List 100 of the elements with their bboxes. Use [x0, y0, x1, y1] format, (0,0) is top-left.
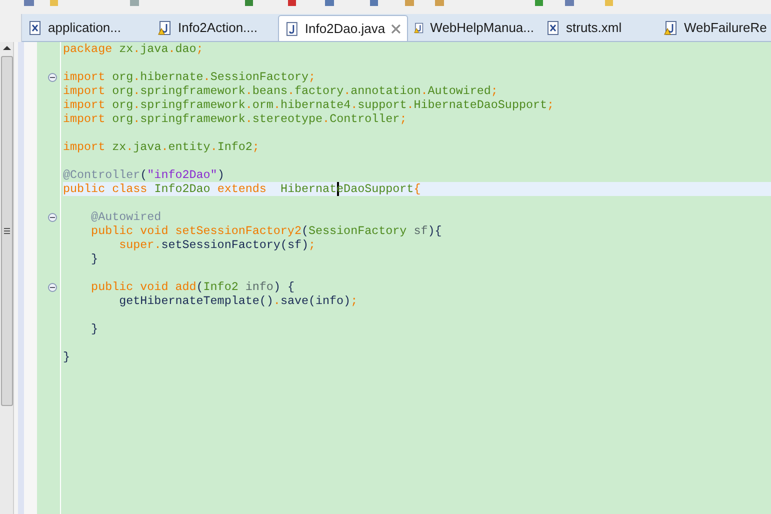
grip-icon	[4, 228, 10, 234]
code-token: .	[245, 84, 252, 98]
code-token: import	[63, 112, 106, 126]
code-token: ;	[400, 112, 407, 126]
code-token: HibernateDaoSupport	[414, 98, 548, 112]
code-token: org	[112, 70, 134, 84]
code-token: .	[420, 84, 428, 98]
code-token: zx	[119, 42, 134, 56]
code-token: hibernate	[140, 70, 204, 84]
code-token: package	[63, 42, 114, 56]
code-token: org	[112, 98, 134, 112]
editor-tab[interactable]: WebHelpManua...	[408, 15, 540, 41]
code-token: (	[301, 224, 308, 238]
code-token: .	[154, 238, 162, 252]
code-token: }	[90, 322, 98, 336]
xml-file-icon	[28, 21, 42, 35]
collapse-icon[interactable]	[48, 212, 57, 222]
code-token: .	[245, 112, 252, 126]
code-token: orm	[252, 98, 274, 112]
code-token: super	[118, 238, 154, 252]
code-token: .	[161, 140, 168, 154]
code-token: .	[322, 112, 330, 126]
code-token: ){	[428, 224, 442, 238]
code-token: save(info)	[280, 294, 351, 308]
editor-tab[interactable]: Info2Dao.java	[278, 15, 408, 41]
code-token: (	[196, 280, 204, 294]
code-token: "info2Dao"	[147, 168, 218, 182]
code-token: import	[63, 140, 106, 154]
code-token: ;	[547, 98, 554, 112]
code-token: springframework	[140, 112, 246, 126]
code-token: ;	[490, 84, 498, 98]
scrollbar[interactable]	[0, 42, 14, 514]
code-token: ;	[252, 140, 260, 154]
code-token: ;	[308, 238, 316, 252]
close-icon[interactable]	[391, 24, 401, 34]
code-token: Info2	[217, 140, 252, 154]
code-token: factory	[294, 84, 344, 98]
code-token: springframework	[140, 98, 246, 112]
code-token: .	[203, 70, 210, 84]
code-token: ;	[350, 294, 358, 308]
code-token: zx	[112, 140, 126, 154]
code-token: import	[63, 98, 106, 112]
java-file-icon	[285, 22, 299, 36]
xml-file-icon	[546, 21, 560, 35]
code-token: .	[133, 112, 140, 126]
code-token: getHibernateTemplate()	[118, 294, 274, 308]
code-token: setSessionFactory2	[175, 224, 302, 238]
code-token: .	[133, 84, 140, 98]
scroll-thumb[interactable]	[0, 56, 12, 406]
code-token: SessionFactory	[308, 224, 408, 238]
code-token: sf	[414, 224, 428, 238]
code-token: springframework	[140, 84, 246, 98]
code-token: )	[217, 168, 224, 182]
editor-tab[interactable]: WebFailureRe	[658, 15, 771, 41]
code-token: add	[175, 280, 196, 294]
code-token: Info2Dao	[154, 182, 212, 196]
code-token: .	[273, 98, 280, 112]
code-token: entity	[168, 140, 210, 154]
code-token: public void	[90, 224, 170, 238]
code-token: .	[273, 294, 280, 308]
collapse-icon[interactable]	[48, 282, 57, 292]
code-token: .	[168, 42, 176, 56]
code-token: dao	[175, 42, 196, 56]
code-token: Controller	[330, 112, 400, 126]
code-token: java	[133, 140, 162, 154]
code-token: Autowired	[428, 84, 491, 98]
code-token: public class	[63, 182, 148, 196]
code-token: .	[287, 84, 294, 98]
code-token: public void	[90, 280, 170, 294]
code-token: java	[140, 42, 168, 56]
code-token: @Controller	[63, 168, 140, 182]
code-token: ) {	[273, 280, 294, 294]
code-token: ;	[308, 70, 316, 84]
editor-tab[interactable]: application...	[22, 15, 152, 41]
editor-tab[interactable]: struts.xml	[540, 15, 658, 41]
code-token: .	[133, 42, 140, 56]
code-token: annotation	[350, 84, 421, 98]
code-token: @Autowired	[90, 210, 162, 224]
code-token: (	[140, 168, 148, 182]
code-token: Info2	[203, 280, 240, 294]
code-token: beans	[252, 84, 288, 98]
code-token: .	[210, 140, 218, 154]
code-token: .	[406, 98, 414, 112]
code-token: .	[126, 140, 134, 154]
code-token: .	[133, 98, 140, 112]
code-token: extends	[217, 182, 268, 196]
code-token: hibernate4	[280, 98, 351, 112]
code-token: import	[63, 70, 106, 84]
code-token: }	[63, 350, 70, 364]
editor-tab[interactable]: Info2Action....	[152, 15, 278, 41]
collapse-icon[interactable]	[48, 72, 57, 82]
code-token: }	[90, 252, 98, 266]
code-token: ;	[196, 42, 204, 56]
code-token: setSessionFactory(sf)	[161, 238, 308, 252]
code-token: org	[112, 84, 134, 98]
code-token: org	[112, 112, 134, 126]
code-token: stereotype	[252, 112, 323, 126]
code-token: {	[414, 182, 421, 196]
code-token: .	[245, 98, 252, 112]
code-token: support	[358, 98, 407, 112]
